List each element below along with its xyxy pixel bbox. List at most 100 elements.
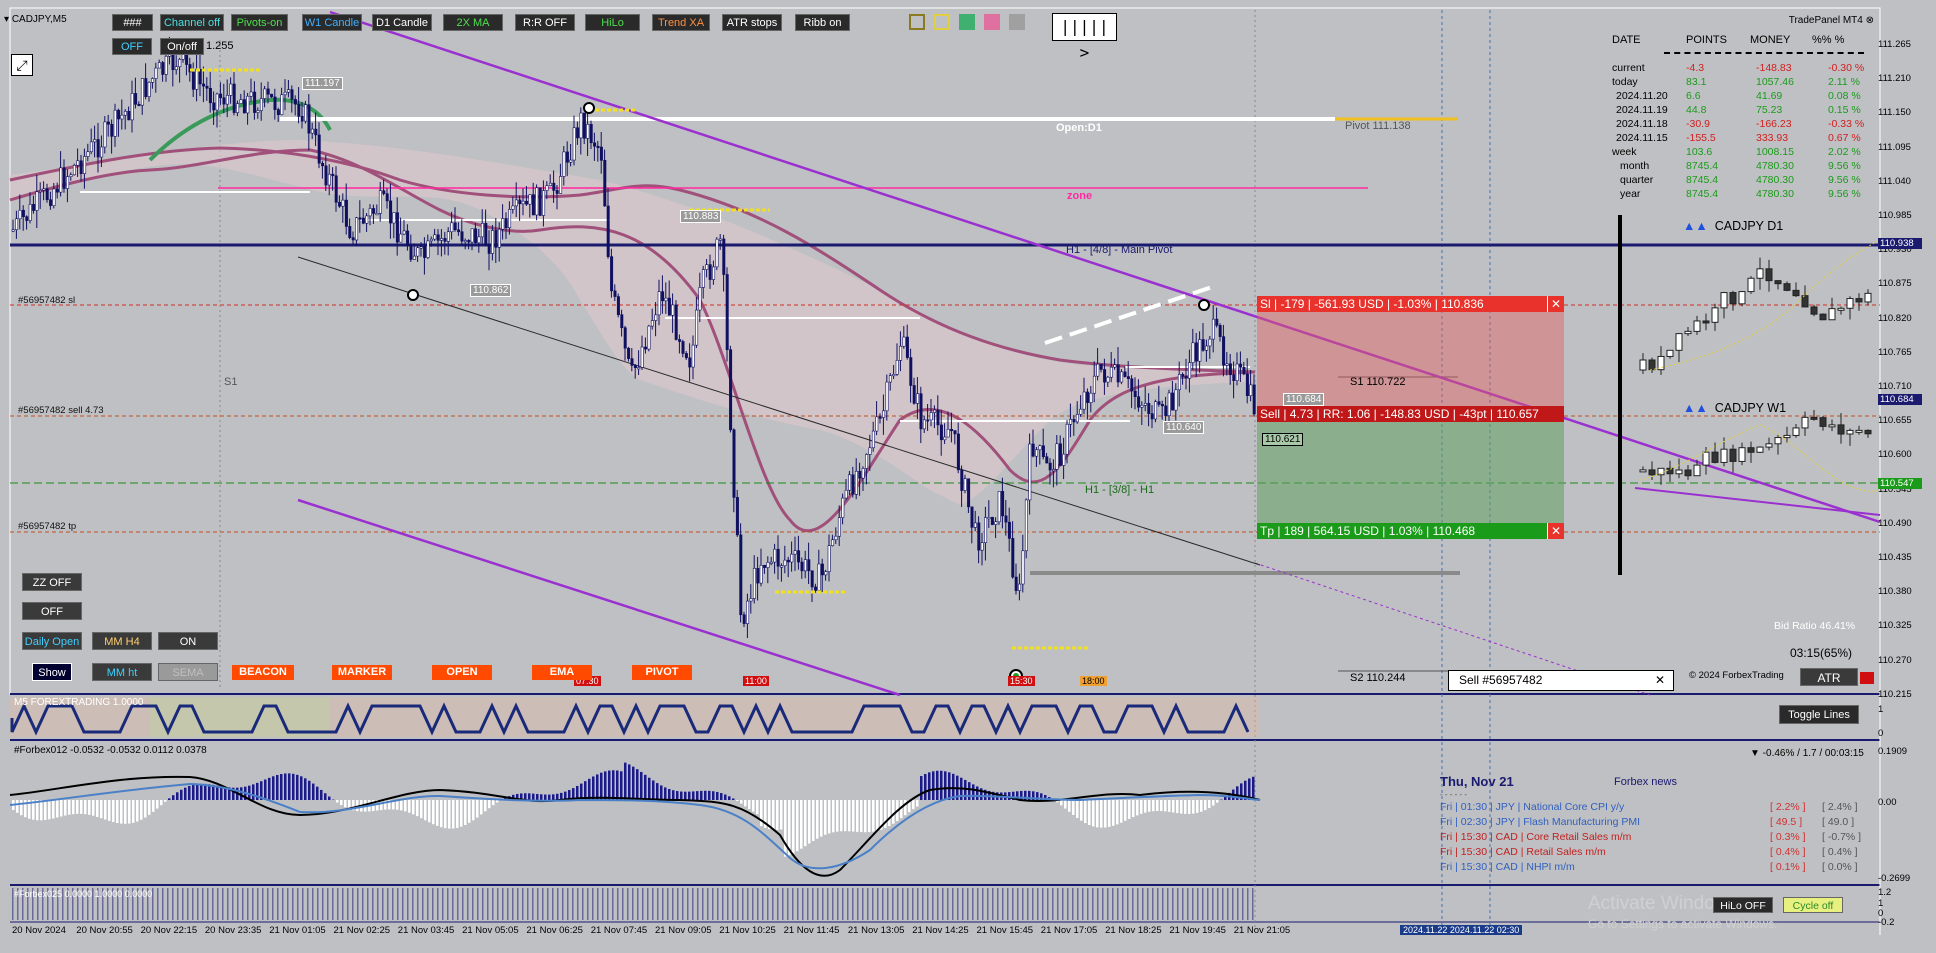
mm-ht-button[interactable]: MM ht [92, 663, 152, 681]
panel-row: week 103.6 1008.15 2.02 % [1608, 146, 1868, 160]
time-axis-label: 21 Nov 07:45 [590, 925, 648, 936]
close-icon[interactable]: ✕ [1547, 523, 1564, 539]
triangle-up-icon: ▲▲ [1683, 401, 1708, 415]
toolbar-button-d1-candle[interactable]: D1 Candle [372, 14, 432, 31]
sell-trade-bar[interactable]: Sell | 4.73 | RR: 1.06 | -148.83 USD | -… [1257, 406, 1564, 422]
price-axis-label: 110.710 [1878, 381, 1912, 392]
panel-header: POINTS [1686, 34, 1727, 46]
open-d1-label: Open:D1 [1056, 122, 1102, 134]
news-actual: [ 0.1% ] [1770, 861, 1806, 873]
time-axis-label: 21 Nov 03:45 [397, 925, 455, 936]
panel-cell: 8745.4 [1686, 160, 1719, 172]
time-axis-label: 21 Nov 02:25 [333, 925, 391, 936]
close-circle-icon[interactable]: ⊗ [1866, 15, 1874, 26]
expand-icon[interactable]: ⤢ [11, 54, 33, 76]
news-item[interactable]: Fri | 15:30 | CAD | Retail Sales m/m [1440, 846, 1606, 858]
panel-cell: -148.83 [1756, 62, 1792, 74]
show-button[interactable]: Show [32, 663, 72, 681]
news-previous: [ 49.0 ] [1822, 816, 1855, 828]
news-actual: [ 49.5 ] [1770, 816, 1803, 828]
panel-cell: 9.56 % [1828, 188, 1861, 200]
close-icon[interactable]: ✕ [1547, 296, 1564, 312]
toolbar-button-rr[interactable]: R:R OFF [515, 14, 575, 31]
atr-button[interactable]: ATR [1800, 668, 1858, 686]
panel-cell: 8745.4 [1686, 174, 1719, 186]
indicator2-label: #Forbex012 -0.0532 -0.0532 0.0112 0.0378 [14, 745, 207, 756]
order-sell-label: #56957482 sell 4.73 [18, 405, 104, 416]
toolbar-button-trend-xa[interactable]: Trend XA [652, 14, 710, 31]
price-box-current: 110.938 [1878, 238, 1922, 249]
ind2-axis-top: 0.1909 [1878, 746, 1908, 757]
toolbar-button-hilo[interactable]: HiLo [585, 14, 640, 31]
toolbar-button-onoff[interactable]: On/off [160, 38, 204, 55]
off-button[interactable]: OFF [22, 602, 82, 620]
news-item[interactable]: Fri | 15:30 | CAD | NHPI m/m [1440, 861, 1575, 873]
toggle-lines-button[interactable]: Toggle Lines [1779, 705, 1859, 724]
time-axis-label: 21 Nov 15:45 [976, 925, 1034, 936]
toolbar-button-w1-candle[interactable]: W1 Candle [302, 14, 362, 31]
on-button[interactable]: ON [158, 632, 218, 650]
pivot-tag[interactable]: PIVOT [632, 665, 692, 680]
daily-open-button[interactable]: Daily Open [22, 632, 82, 650]
hilo-off-button[interactable]: HiLo OFF [1713, 897, 1773, 913]
onoff-value: 1.255 [206, 40, 234, 52]
time-axis-label: 21 Nov 18:25 [1105, 925, 1162, 936]
price-axis-label: 110.875 [1878, 278, 1912, 290]
price-box-level: 110.547 [1878, 478, 1922, 489]
panel-cell: -4.3 [1686, 62, 1705, 74]
price-tag: 110.621 [1262, 433, 1304, 446]
news-actual: [ 0.3% ] [1770, 831, 1806, 843]
price-box-bid: 110.684 [1878, 394, 1922, 405]
sell-order-box[interactable]: Sell #56957482 ✕ [1448, 670, 1674, 691]
toolbar-button-ribb[interactable]: Ribb on [795, 14, 850, 31]
toolbar-button-2x-ma[interactable]: 2X MA [443, 14, 503, 31]
panel-cell: 44.8 [1686, 104, 1707, 116]
panel-row: month 8745.4 4780.30 9.56 % [1608, 160, 1868, 174]
news-item[interactable]: Fri | 15:30 | CAD | Core Retail Sales m/… [1440, 831, 1631, 843]
mini-chart-d1-label: ▲▲ CADJPY D1 [1683, 219, 1783, 233]
price-axis-label: 110.490 [1878, 517, 1912, 529]
price-axis-label: 110.985 [1878, 210, 1912, 221]
time-tag: 15:30 [1008, 676, 1035, 686]
color-swatch-olive[interactable] [909, 14, 925, 30]
color-swatch-green[interactable] [959, 14, 975, 30]
toolbar-button-atr-stops[interactable]: ATR stops [722, 14, 782, 31]
cycle-off-button[interactable]: Cycle off [1783, 897, 1843, 913]
price-axis-label: 111.265 [1878, 39, 1911, 50]
panel-cell: 2024.11.19 [1616, 104, 1668, 116]
panel-cell: 8745.4 [1686, 188, 1719, 200]
open-tag[interactable]: OPEN [432, 665, 492, 680]
zz-off-button[interactable]: ZZ OFF [22, 573, 82, 591]
panel-row: quarter 8745.4 4780.30 9.56 % [1608, 174, 1868, 188]
mm-h4-button[interactable]: MM H4 [92, 632, 152, 650]
news-divider: - - - - - - [1440, 790, 1468, 799]
panel-cell: today [1612, 76, 1638, 88]
ema-tag[interactable]: EMA [532, 665, 592, 680]
color-swatch-yellow[interactable] [934, 14, 950, 30]
tp-trade-bar[interactable]: Tp | 189 | 564.15 USD | 1.03% | 110.468 … [1257, 523, 1564, 539]
nav-forward-button[interactable]: ||||| > [1052, 13, 1117, 62]
news-item[interactable]: Fri | 01:30 | JPY | National Core CPI y/… [1440, 801, 1624, 813]
panel-cell: quarter [1620, 174, 1654, 186]
beacon-tag[interactable]: BEACON [232, 665, 294, 680]
sl-trade-bar[interactable]: Sl | -179 | -561.93 USD | -1.03% | 110.8… [1257, 296, 1564, 312]
panel-row: 2024.11.19 44.8 75.23 0.15 % [1608, 104, 1868, 118]
toolbar-button-pivots[interactable]: Pivots-on [231, 14, 288, 31]
price-axis-label: 110.655 [1878, 415, 1912, 427]
toolbar-button-hash[interactable]: ### [112, 14, 153, 31]
panel-row: 2024.11.15 -155.5 333.93 0.67 % [1608, 132, 1868, 146]
close-icon[interactable]: ✕ [1655, 671, 1665, 690]
sema-button[interactable]: SEMA [158, 663, 218, 681]
macd-histogram [12, 762, 1255, 857]
color-swatch-gray[interactable] [1009, 14, 1025, 30]
trade-panel-title-text: TradePanel MT4 [1788, 15, 1863, 26]
toolbar-button-off[interactable]: OFF [112, 38, 152, 55]
news-item[interactable]: Fri | 02:30 | JPY | Flash Manufacturing … [1440, 816, 1640, 828]
marker-tag[interactable]: MARKER [332, 665, 392, 680]
panel-cell: 4780.30 [1756, 174, 1794, 186]
indicator3-label: #Forbex025 0.0000 1.0000 0.0000 [14, 889, 153, 899]
toolbar-button-channel[interactable]: Channel off [160, 14, 224, 31]
color-swatch-pink[interactable] [984, 14, 1000, 30]
ind3-axis: -0.2 [1878, 917, 1895, 928]
trade-panel: TradePanel MT4 ⊗ DATE POINTS MONEY %% % … [1608, 12, 1876, 200]
